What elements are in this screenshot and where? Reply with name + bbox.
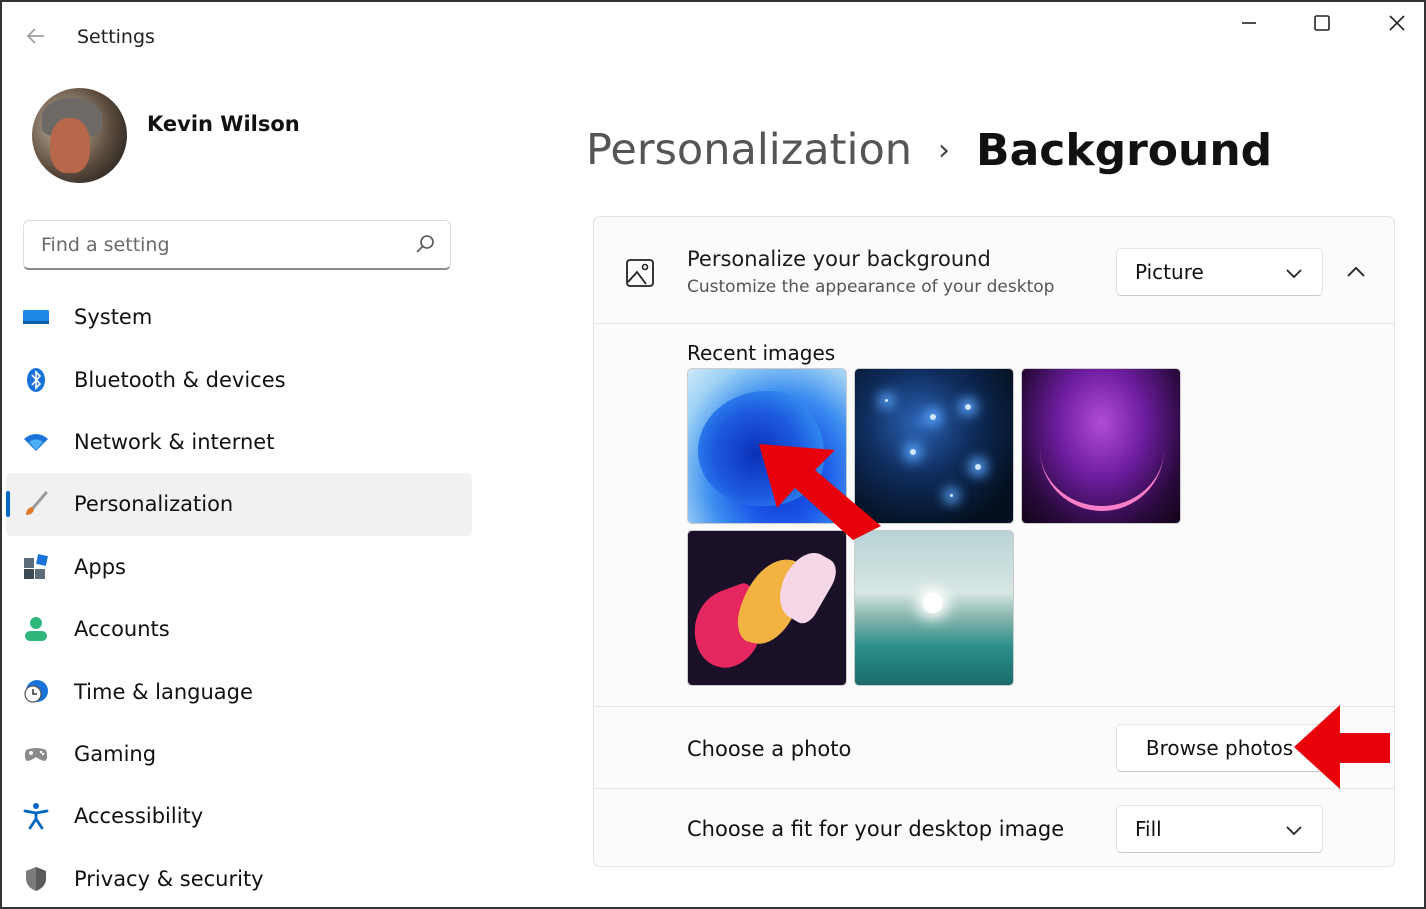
choose-fit-label: Choose a fit for your desktop image [687,817,1065,841]
app-title: Settings [77,26,155,48]
accounts-icon [25,617,47,642]
choose-fit-row: Choose a fit for your desktop image Fill [594,788,1394,868]
minimize-button[interactable] [1232,12,1266,42]
paintbrush-icon [26,491,48,516]
fit-value: Fill [1135,817,1162,841]
close-icon [1389,15,1405,31]
background-title: Personalize your background [687,247,991,271]
recent-images-grid [687,368,1187,688]
background-type-dropdown[interactable]: Picture [1116,248,1323,296]
recent-image-thumbnail[interactable] [687,368,847,524]
picture-icon [626,259,654,287]
sidebar-item-label: Accessibility [74,804,204,829]
recent-images-label: Recent images [687,341,836,365]
recent-image-thumbnail[interactable] [854,368,1014,524]
sidebar-item-network[interactable]: Network & internet [2,411,482,473]
back-button[interactable] [22,24,50,52]
maximize-button[interactable] [1305,12,1339,42]
sidebar-item-label: Gaming [74,741,157,766]
title-bar: Settings [2,2,1424,74]
search-input[interactable]: Find a setting [41,234,170,256]
breadcrumb: Personalization › Background [586,120,1272,180]
sidebar-item-accounts[interactable]: Accounts [2,598,482,660]
close-button[interactable] [1380,12,1414,42]
sidebar-item-label: Time & language [74,679,253,704]
avatar[interactable] [32,88,127,183]
search-box[interactable]: Find a setting [23,220,451,270]
fit-dropdown[interactable]: Fill [1116,805,1323,853]
background-type-value: Picture [1135,260,1204,284]
sidebar-nav: System Bluetooth & devices Network & int… [2,286,482,909]
maximize-icon [1314,15,1330,31]
apps-icon [24,553,48,579]
personalize-background-header[interactable]: Personalize your background Customize th… [594,217,1394,324]
accessibility-icon [23,803,49,830]
sidebar-item-time-language[interactable]: Time & language [2,660,482,722]
breadcrumb-separator: › [938,132,951,168]
background-settings-card: Personalize your background Customize th… [593,216,1395,867]
sidebar-item-label: Accounts [74,617,170,642]
settings-window: Settings Kevin Wilson Find a setting Sys… [0,0,1426,909]
sidebar-item-label: System [74,305,153,330]
system-icon [23,310,49,325]
sidebar-item-privacy[interactable]: Privacy & security [2,848,482,909]
bluetooth-icon [27,367,45,392]
back-arrow-icon [26,28,44,44]
minimize-icon [1242,22,1256,24]
choose-photo-row: Choose a photo Browse photos [594,706,1394,788]
recent-image-thumbnail[interactable] [1021,368,1181,524]
sidebar-item-system[interactable]: System [2,286,482,348]
sidebar-item-gaming[interactable]: Gaming [2,723,482,785]
shield-icon [26,866,46,891]
user-name: Kevin Wilson [147,112,300,136]
choose-photo-label: Choose a photo [687,737,852,761]
chevron-down-icon [1286,826,1302,836]
background-subtitle: Customize the appearance of your desktop [687,277,1055,297]
sidebar-item-accessibility[interactable]: Accessibility [2,785,482,847]
recent-image-thumbnail[interactable] [687,530,847,686]
sidebar-item-label: Apps [74,554,126,579]
chevron-down-icon [1286,269,1302,279]
clock-globe-icon [24,679,48,703]
page-title: Background [976,124,1273,176]
chevron-up-icon[interactable] [1344,260,1368,284]
browse-photos-button[interactable]: Browse photos [1116,724,1323,772]
sidebar-item-personalization[interactable]: Personalization [6,473,472,536]
sidebar-item-label: Privacy & security [74,866,264,891]
breadcrumb-parent[interactable]: Personalization [586,125,912,175]
search-icon [416,235,434,253]
wifi-icon [24,433,48,451]
sidebar-item-label: Network & internet [74,429,275,454]
sidebar-item-label: Personalization [74,492,234,517]
sidebar-item-label: Bluetooth & devices [74,367,286,392]
sidebar-item-apps[interactable]: Apps [2,536,482,598]
gamepad-icon [24,747,48,761]
recent-image-thumbnail[interactable] [854,530,1014,686]
sidebar-item-bluetooth[interactable]: Bluetooth & devices [2,348,482,410]
